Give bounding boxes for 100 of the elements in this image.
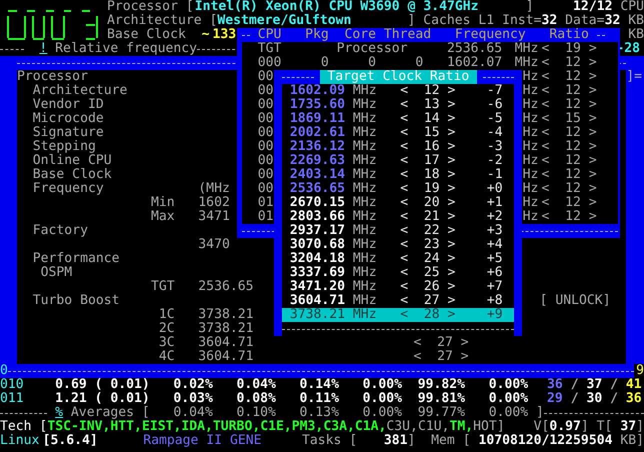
unlock-button[interactable]: [ UNLOCK] <box>540 294 611 308</box>
base-clock-label: Base Clock <box>107 28 186 42</box>
ratio-option[interactable]: 2002.61 MHz < 15 > -4 <box>282 126 514 140</box>
shortcut-key[interactable]: ! <box>39 42 48 56</box>
state-percent: 0.02% <box>172 378 213 392</box>
state-percent: 0.04% <box>235 378 276 392</box>
temperature-value: / <box>570 392 579 406</box>
setting-label: Factory <box>32 223 88 238</box>
ratio-option[interactable]: 2403.14 MHz < 18 > -1 <box>282 168 514 182</box>
ratio-option[interactable]: 1735.60 MHz < 13 > -6 <box>282 98 514 112</box>
ratio-option[interactable]: 1869.11 MHz < 14 > -5 <box>282 112 514 126</box>
cache-value: 32 <box>541 14 558 28</box>
ratio-option[interactable]: 2136.12 MHz < 16 > -3 <box>282 140 514 154</box>
setting-label: 2C <box>158 321 175 336</box>
ratio-option[interactable]: 2536.65 MHz < 19 > +0 <box>282 182 514 196</box>
temperature-value: / <box>610 378 618 392</box>
feature-label: TM, <box>450 420 474 434</box>
architecture-label: Architecture [ <box>107 14 218 28</box>
setting-value: 3604.71 <box>198 349 254 364</box>
ratio-cell: < 12 > <box>542 196 597 210</box>
state-percent: 99.81% <box>416 392 466 406</box>
setting-value: (MHz <box>198 181 230 196</box>
feature-label: TURBO, <box>212 420 260 434</box>
column-header: Thread <box>384 28 432 42</box>
cpu-id-cell-text: 00 <box>258 98 275 112</box>
setting-label: Turbo Boost <box>32 293 120 308</box>
unit-cell: Hz <box>522 181 538 196</box>
state-percent: 0.00% <box>362 392 402 406</box>
setting-value: 3471 <box>198 209 230 224</box>
processor-name: Intel(R) Xeon(R) CPU W3690 @ 3.47GHz <box>194 0 480 14</box>
core-cell: 0 <box>368 55 376 70</box>
setting-label: Stepping <box>32 139 96 154</box>
processor-label: Processor [ <box>107 0 194 14</box>
ratio-option[interactable]: 3204.18 MHz < 24 > +5 <box>282 252 514 266</box>
setting-label: Processor <box>17 69 88 84</box>
closing-bracket: ] <box>636 420 644 434</box>
shortcut-key[interactable]: % <box>55 406 64 420</box>
popup-title: Target Clock Ratio <box>320 70 478 84</box>
package-cell: 0 <box>320 55 329 70</box>
feature-label: HOT <box>473 420 497 434</box>
unit-cell: Hz <box>522 125 538 140</box>
state-percent: 0.00% <box>488 392 528 406</box>
cpu-ratio: ( 0.01) <box>94 378 150 392</box>
ratio-option[interactable]: 2670.15 MHz < 20 > +1 <box>282 196 514 210</box>
state-percent: 0.11% <box>298 392 339 406</box>
unit-cell: MHz <box>514 41 538 56</box>
cpu-unit-label: CPU <box>620 0 644 14</box>
cpu-id: 011 <box>0 392 24 406</box>
setting-label: Performance <box>32 251 120 266</box>
ratio-cell: < 12 > <box>542 126 597 140</box>
ratio-option[interactable]: 2937.17 MHz < 22 > +3 <box>282 224 514 238</box>
unit-cell: MHz <box>514 55 538 70</box>
setting-label: Signature <box>32 125 104 140</box>
cpu-id-cell-text: 00 <box>258 126 275 140</box>
setting-label: Max <box>151 209 175 224</box>
state-percent: 0.14% <box>298 378 339 392</box>
feature-label: C3A, <box>323 420 355 434</box>
ratio-control[interactable]: < 27 > <box>414 335 469 350</box>
temperature-value: / <box>570 378 579 392</box>
architecture-name: Westmere/Gulftown <box>217 14 352 28</box>
setting-label: 1C <box>158 307 175 322</box>
setting-label: Frequency <box>32 181 104 196</box>
approx-marker: ~ <box>202 28 210 42</box>
ratio-option[interactable]: 2803.66 MHz < 21 > +2 <box>282 210 514 224</box>
ratio-cell: < 12 > <box>542 84 597 98</box>
cpu-id-cell-text: 00 <box>258 112 275 126</box>
ratio-option[interactable]: 3471.20 MHz < 26 > +7 <box>282 280 514 294</box>
kernel-version: [5.6.4] <box>42 434 99 448</box>
cpu-id-cell-text: 01 <box>258 210 275 224</box>
ratio-option[interactable]: 3070.68 MHz < 23 > +4 <box>282 238 514 252</box>
voltage-label: V[ <box>534 420 550 434</box>
feature-label: HTT, <box>110 420 142 434</box>
cpu-frequency: 1.21 <box>54 392 87 406</box>
unit-label: KB <box>628 28 644 42</box>
ratio-cell: < 12 > <box>542 70 597 84</box>
column-header: Core <box>344 28 378 42</box>
cpu-frequency: 0.69 <box>54 378 87 392</box>
target-label: Processor <box>336 41 408 56</box>
thread-cell: 0 <box>415 55 424 70</box>
setting-label: Online CPU <box>32 153 112 168</box>
feature-label: TSC-INV, <box>47 420 110 434</box>
ratio-control[interactable]: < 27 > <box>414 349 469 364</box>
setting-label: Base Clock <box>32 167 112 182</box>
unit-cell: Hz <box>522 97 538 112</box>
average-percent: 99.77% <box>416 406 466 420</box>
ratio-cell: < 15 > <box>542 112 597 126</box>
setting-label: Min <box>151 195 175 210</box>
ratio-option[interactable]: 3604.71 MHz < 27 > +8 <box>282 294 514 308</box>
ratio-option[interactable]: 2269.63 MHz < 17 > -2 <box>282 154 514 168</box>
setting-label: 3C <box>158 335 175 350</box>
ratio-option[interactable]: 3337.69 MHz < 25 > +6 <box>282 266 514 280</box>
feature-label: C3U, <box>386 420 418 434</box>
ratio-option[interactable]: 1602.09 MHz < 12 > -7 <box>282 84 514 98</box>
cpu-count: 12/12 <box>573 0 612 14</box>
ratio-option[interactable]: 3738.21 MHz < 28 > +9 <box>282 308 514 322</box>
ratio-cell: < 12 > <box>542 98 597 112</box>
cpu-id-cell-text: 00 <box>258 84 275 98</box>
column-header: Ratio <box>549 28 590 42</box>
section-title: Relative frequency <box>55 42 198 56</box>
board-name: Rampage II GENE <box>143 434 262 448</box>
